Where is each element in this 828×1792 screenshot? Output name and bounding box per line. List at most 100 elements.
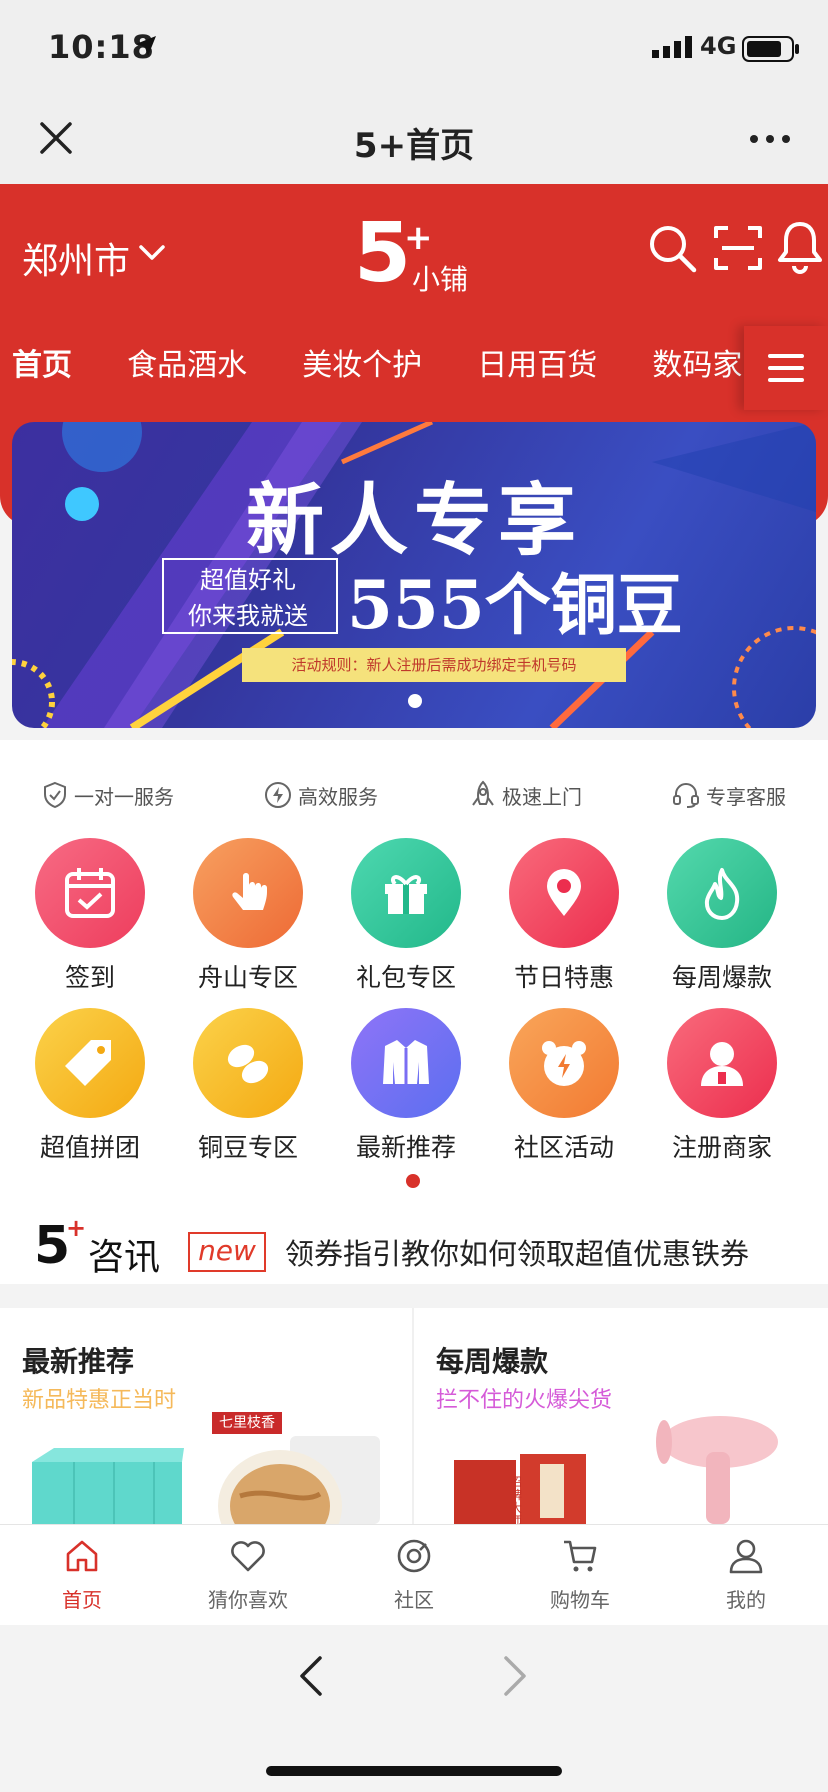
card-subtitle: 拦不住的火爆尖货 bbox=[436, 1388, 613, 1413]
grid-label: 铜豆专区 bbox=[197, 1133, 298, 1162]
grid-item-new-recommend[interactable]: 最新推荐 bbox=[336, 1008, 476, 1164]
card-divider bbox=[412, 1308, 414, 1524]
card-subtitle: 新品特惠正当时 bbox=[22, 1388, 177, 1413]
grid-item-register-merchant[interactable]: 注册商家 bbox=[652, 1008, 792, 1164]
tab-electronics[interactable]: 数码家电 bbox=[652, 340, 748, 384]
product-image-giftbox bbox=[32, 1448, 184, 1524]
home-indicator bbox=[266, 1766, 562, 1776]
promo-banner[interactable]: 新人专享 超值好礼 你来我就送 555个铜豆 活动规则：新人注册后需成功绑定手机… bbox=[12, 422, 816, 728]
flame-icon bbox=[667, 838, 777, 948]
community-icon bbox=[397, 1539, 431, 1573]
grid-label: 注册商家 bbox=[671, 1133, 772, 1162]
product-tag: 招牌大师 bbox=[510, 1475, 523, 1525]
service-label: 高效服务 bbox=[298, 784, 378, 809]
jacket-icon bbox=[351, 1008, 461, 1118]
heart-icon bbox=[231, 1541, 265, 1572]
grid-label: 社区活动 bbox=[513, 1133, 614, 1162]
logo-plus: + bbox=[404, 218, 433, 258]
news-new-badge: new bbox=[188, 1232, 266, 1272]
search-icon[interactable] bbox=[646, 222, 698, 274]
service-fast-visit: 极速上门 bbox=[470, 778, 582, 812]
grid-item-community[interactable]: 社区活动 bbox=[494, 1008, 634, 1164]
grid-item-gift[interactable]: 礼包专区 bbox=[336, 838, 476, 994]
card-title: 每周爆款 bbox=[436, 1345, 549, 1378]
cart-icon bbox=[564, 1540, 597, 1572]
brand-logo: 5 + 小铺 bbox=[354, 206, 484, 301]
card-new-recommend[interactable]: 最新推荐 新品特惠正当时 七里枝香 bbox=[0, 1308, 412, 1524]
service-customer-care: 专享客服 bbox=[672, 778, 786, 812]
tab-home-nav[interactable]: 首页 bbox=[22, 1536, 142, 1613]
grid-label: 舟山专区 bbox=[197, 963, 298, 992]
carousel-indicator bbox=[408, 694, 422, 708]
service-label: 专享客服 bbox=[706, 784, 786, 809]
bear-bolt-icon bbox=[509, 1008, 619, 1118]
network-type: 4G bbox=[700, 32, 737, 60]
tap-hand-icon bbox=[193, 838, 303, 948]
grid-page-indicator bbox=[406, 1174, 420, 1188]
headset-icon bbox=[673, 783, 699, 808]
hamburger-icon bbox=[768, 354, 804, 382]
signal-icon bbox=[652, 36, 692, 58]
banner-subtitle-line2: 你来我就送 bbox=[188, 602, 308, 630]
news-logo-mark: 5 bbox=[34, 1216, 71, 1276]
location-pin-icon bbox=[509, 838, 619, 948]
category-menu-button[interactable] bbox=[744, 326, 828, 410]
product-image-packs bbox=[454, 1454, 586, 1524]
tab-guess-you-like[interactable]: 猜你喜欢 bbox=[188, 1536, 308, 1613]
card-title: 最新推荐 bbox=[22, 1345, 135, 1378]
grid-item-checkin[interactable]: 签到 bbox=[20, 838, 160, 994]
grid-item-group-buy[interactable]: 超值拼团 bbox=[20, 1008, 160, 1164]
tab-cart[interactable]: 购物车 bbox=[520, 1536, 640, 1613]
grid-item-copper-beans[interactable]: 铜豆专区 bbox=[178, 1008, 318, 1164]
tab-daily-goods[interactable]: 日用百货 bbox=[477, 340, 597, 384]
page-title: 5+首页 bbox=[353, 126, 475, 166]
lightning-icon bbox=[265, 782, 291, 808]
merchant-user-icon bbox=[667, 1008, 777, 1118]
rocket-icon bbox=[472, 780, 494, 806]
more-options-icon[interactable] bbox=[746, 126, 794, 152]
tab-profile[interactable]: 我的 bbox=[686, 1536, 806, 1613]
tag-icon bbox=[35, 1008, 145, 1118]
logo-text: 小铺 bbox=[412, 263, 469, 296]
forward-arrow-icon[interactable] bbox=[500, 1654, 530, 1698]
tab-beauty[interactable]: 美妆个护 bbox=[302, 340, 422, 384]
scan-icon[interactable] bbox=[712, 222, 764, 274]
news-brand: 咨讯 bbox=[88, 1237, 161, 1278]
product-image-hairdryer bbox=[656, 1416, 778, 1524]
back-arrow-icon[interactable] bbox=[296, 1654, 326, 1698]
grid-label: 礼包专区 bbox=[355, 963, 456, 992]
logo-mark: 5 bbox=[354, 206, 412, 301]
calendar-check-icon bbox=[35, 838, 145, 948]
tab-label: 社区 bbox=[394, 1588, 434, 1612]
battery-icon bbox=[742, 36, 799, 62]
grid-item-festival[interactable]: 节日特惠 bbox=[494, 838, 634, 994]
bell-icon[interactable] bbox=[776, 218, 824, 274]
service-label: 一对一服务 bbox=[74, 784, 174, 809]
tab-label: 首页 bbox=[62, 1588, 102, 1612]
grid-label: 每周爆款 bbox=[671, 963, 772, 992]
service-label: 极速上门 bbox=[502, 784, 582, 809]
chevron-down-icon[interactable] bbox=[138, 244, 166, 262]
grid-label: 超值拼团 bbox=[39, 1133, 140, 1162]
banner-subtitle-line1: 超值好礼 bbox=[200, 566, 296, 594]
grid-label: 节日特惠 bbox=[513, 963, 614, 992]
grid-label: 签到 bbox=[64, 963, 115, 992]
tab-label: 猜你喜欢 bbox=[208, 1588, 288, 1612]
product-cards: 最新推荐 新品特惠正当时 七里枝香 每周爆款 拦不住的火爆尖货 招牌大师 bbox=[0, 1308, 828, 1524]
gift-icon bbox=[351, 838, 461, 948]
tab-community[interactable]: 社区 bbox=[354, 1536, 474, 1613]
news-headline[interactable]: 领券指引教你如何领取超值优惠铁券 bbox=[285, 1231, 749, 1273]
tab-home[interactable]: 首页 bbox=[12, 340, 72, 384]
profile-icon bbox=[729, 1539, 763, 1574]
service-one-to-one: 一对一服务 bbox=[42, 778, 174, 812]
news-logo-plus: + bbox=[66, 1214, 87, 1242]
shield-check-icon bbox=[44, 781, 66, 809]
city-selector[interactable]: 郑州市 bbox=[22, 232, 130, 284]
product-tag: 七里枝香 bbox=[212, 1412, 282, 1434]
grid-item-weekly-hot[interactable]: 每周爆款 bbox=[652, 838, 792, 994]
grid-item-zhoushan[interactable]: 舟山专区 bbox=[178, 838, 318, 994]
card-weekly-hot[interactable]: 每周爆款 拦不住的火爆尖货 招牌大师 bbox=[414, 1308, 828, 1524]
product-image-snack bbox=[218, 1436, 380, 1524]
banner-rule: 活动规则：新人注册后需成功绑定手机号码 bbox=[242, 648, 626, 682]
tab-food-drinks[interactable]: 食品酒水 bbox=[127, 340, 247, 384]
